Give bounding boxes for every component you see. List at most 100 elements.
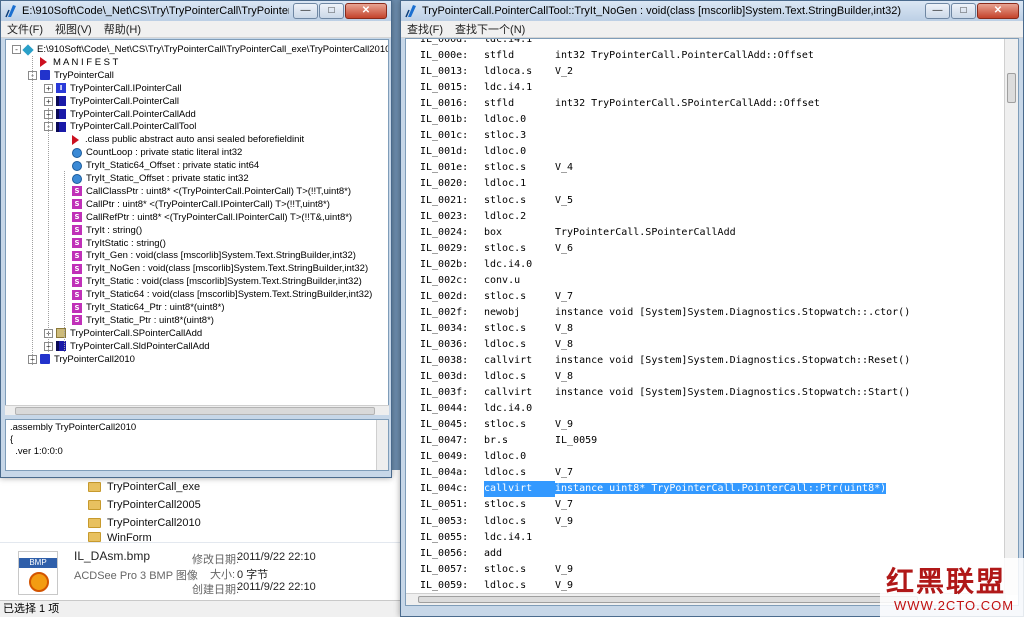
il-line[interactable]: IL_004a: ldloc.s V_7 [420,465,573,481]
details-pane: BMP IL_DAsm.bmp ACDSee Pro 3 BMP 图像 修改日期… [0,542,400,600]
il-line[interactable]: IL_0036: ldloc.s V_8 [420,337,573,353]
il-line[interactable]: IL_003f: callvirt instance void [System]Sy… [420,385,910,401]
maximize-button[interactable]: □ [951,3,976,19]
il-line[interactable]: IL_002c: conv.u [420,273,555,289]
il-line[interactable]: IL_0015: ldc.i4.1 [420,80,555,96]
tree-node[interactable]: S TryIt : string() [60,224,142,237]
il-line[interactable]: IL_002d: stloc.s V_7 [420,289,573,305]
tree-node[interactable]: M A N I F E S T [28,56,118,69]
il-line-selected[interactable]: IL_004c: callvirt instance uint8* TryPoint… [420,481,887,498]
il-opcode: stloc.3 [484,130,527,142]
tree-node[interactable]: - TryPointerCall.PointerCallTool [44,120,196,133]
tree-node[interactable]: - E:\910Soft\Code\_Net\CS\Try\TryPointerC… [12,43,388,56]
tree-node[interactable]: S CallPtr : uint8* <(TryPointerCall.IPoin… [60,198,330,211]
close-button[interactable]: ✕ [977,3,1019,19]
tree-node[interactable]: S TryIt_Static : void(class [mscorlib]Sys… [60,275,362,288]
horizontal-scrollbar[interactable] [5,405,389,415]
menu-view[interactable]: 视图(V) [55,21,92,37]
scrollbar-thumb[interactable] [1007,73,1016,103]
il-line[interactable]: IL_002b: ldc.i4.0 [420,257,555,273]
tree-node[interactable]: + TryPointerCall.PointerCallAdd [44,108,196,121]
il-line[interactable]: IL_0038: callvirt instance void [System]Sy… [420,353,910,369]
il-opcode: ldloc.s [484,515,527,527]
menu-find-next[interactable]: 查找下一个(N) [455,21,525,37]
tree-node-label: TryPointerCall.SldPointerCallAdd [70,340,210,352]
il-line[interactable]: IL_0053: ldloc.s V_9 [420,514,573,530]
vertical-scrollbar[interactable] [376,420,388,470]
il-line[interactable]: IL_001b: ldloc.0 [420,112,555,128]
il-line[interactable]: IL_0045: stloc.s V_9 [420,417,573,433]
tree-node[interactable]: .class public abstract auto ansi sealed … [60,133,304,146]
namespace-icon [40,70,50,81]
menu-help[interactable]: 帮助(H) [104,21,141,37]
info-pane[interactable]: .assembly TryPointerCall2010 { .ver 1:0:… [5,419,389,471]
il-line[interactable]: IL_002f: newobj instance void [System]Syst… [420,305,910,321]
tree-node[interactable]: + TryPointerCall.PointerCall [44,95,179,108]
folder-item[interactable]: TryPointerCall2005 [88,496,201,514]
il-line[interactable]: IL_0051: stloc.s V_7 [420,497,573,513]
title-bar[interactable]: E:\910Soft\Code\_Net\CS\Try\TryPointerCa… [1,1,391,21]
close-button[interactable]: ✕ [345,3,387,19]
il-line[interactable]: IL_0044: ldc.i4.0 [420,401,555,417]
collapse-icon[interactable]: - [12,45,21,54]
tree-node[interactable]: S TryIt_Gen : void(class [mscorlib]System… [60,249,356,262]
il-line[interactable]: IL_0055: ldc.i4.1 [420,530,555,546]
il-line[interactable]: IL_0029: stloc.s V_6 [420,241,573,257]
tree-node[interactable]: CountLoop : private static literal int32 [60,146,242,159]
tree-node[interactable]: S CallRefPtr : uint8* <(TryPointerCall.IP… [60,211,352,224]
expand-icon[interactable]: + [44,96,53,106]
field-icon [72,173,82,184]
tree-node[interactable]: S TryIt_Static64 : void(class [mscorlib]S… [60,288,372,301]
il-code-view[interactable]: IL_000d: ldc.i4.1 IL_000e: stfld int32 TryPo… [405,38,1019,606]
tree-node[interactable]: TryIt_Static_Offset : private static int… [60,172,249,185]
il-line[interactable]: IL_001e: stloc.s V_4 [420,160,573,176]
il-line[interactable]: IL_0021: stloc.s V_5 [420,193,573,209]
il-label: IL_004c: [420,483,469,495]
tree-node[interactable]: + TryPointerCall.SPointerCallAdd [44,327,202,340]
menu-find[interactable]: 查找(F) [407,21,443,37]
tree-node[interactable]: - TryPointerCall [28,69,114,82]
expand-icon[interactable]: + [44,83,53,93]
tree-node[interactable]: S TryItStatic : string() [60,237,166,250]
tree-node[interactable]: S CallClassPtr : uint8* <(TryPointerCall.… [60,185,351,198]
il-label: IL_0056: [420,547,469,559]
tree-node[interactable]: + I TryPointerCall.IPointerCall [44,82,182,95]
il-line[interactable]: IL_0023: ldloc.2 [420,209,555,225]
il-line[interactable]: IL_003d: ldloc.s V_8 [420,369,573,385]
title-bar[interactable]: TryPointerCall.PointerCallTool::TryIt_No… [401,1,1023,21]
maximize-button[interactable]: □ [319,3,344,19]
il-line[interactable]: IL_0059: ldloc.s V_9 [420,578,573,594]
il-line[interactable]: IL_0057: stloc.s V_9 [420,562,573,578]
il-opcode: ldc.i4.0 [484,403,533,415]
tree-node[interactable]: S TryIt_Static_Ptr : uint8*(uint8*) [60,314,214,327]
folder-item[interactable]: TryPointerCall2010 [88,514,201,532]
il-line[interactable]: IL_000e: stfld int32 TryPointerCall.Pointe… [420,48,814,64]
il-line[interactable]: IL_0047: br.s IL_0059 [420,433,597,449]
tree-node[interactable]: + TryPointerCall2010 [28,353,135,366]
minimize-button[interactable]: — [293,3,318,19]
il-line[interactable]: IL_0013: ldloca.s V_2 [420,64,573,80]
il-label: IL_002c: [420,274,469,286]
tree-node[interactable]: TryIt_Static64_Offset : private static i… [60,159,259,172]
scrollbar-thumb[interactable] [418,596,918,603]
tree-node[interactable]: + TryPointerCall.SldPointerCallAdd [44,340,210,353]
folder-item[interactable]: TryPointerCall_exe [88,478,200,496]
il-line[interactable]: IL_0049: ldloc.0 [420,449,555,465]
minimize-button[interactable]: — [925,3,950,19]
assembly-tree[interactable]: - E:\910Soft\Code\_Net\CS\Try\TryPointerC… [5,39,389,415]
tree-node[interactable]: S TryIt_NoGen : void(class [mscorlib]Syst… [60,262,368,275]
il-line[interactable]: IL_0024: box TryPointerCall.SPointerCallAd… [420,225,736,241]
il-line[interactable]: IL_000d: ldc.i4.1 [420,39,555,48]
scrollbar-thumb[interactable] [15,407,375,415]
il-line[interactable]: IL_0016: stfld int32 TryPointerCall.SPoint… [420,96,820,112]
vertical-scrollbar[interactable] [1004,39,1018,595]
folder-item[interactable]: WinForm [88,532,152,542]
menu-file[interactable]: 文件(F) [7,21,43,37]
il-line[interactable]: IL_0056: add [420,546,555,562]
il-line[interactable]: IL_001c: stloc.3 [420,128,555,144]
il-line[interactable]: IL_0034: stloc.s V_8 [420,321,573,337]
tree-node[interactable]: S TryIt_Static64_Ptr : uint8*(uint8*) [60,301,225,314]
il-line[interactable]: IL_0020: ldloc.1 [420,176,555,192]
il-operand: V_2 [555,66,574,78]
il-line[interactable]: IL_001d: ldloc.0 [420,144,555,160]
